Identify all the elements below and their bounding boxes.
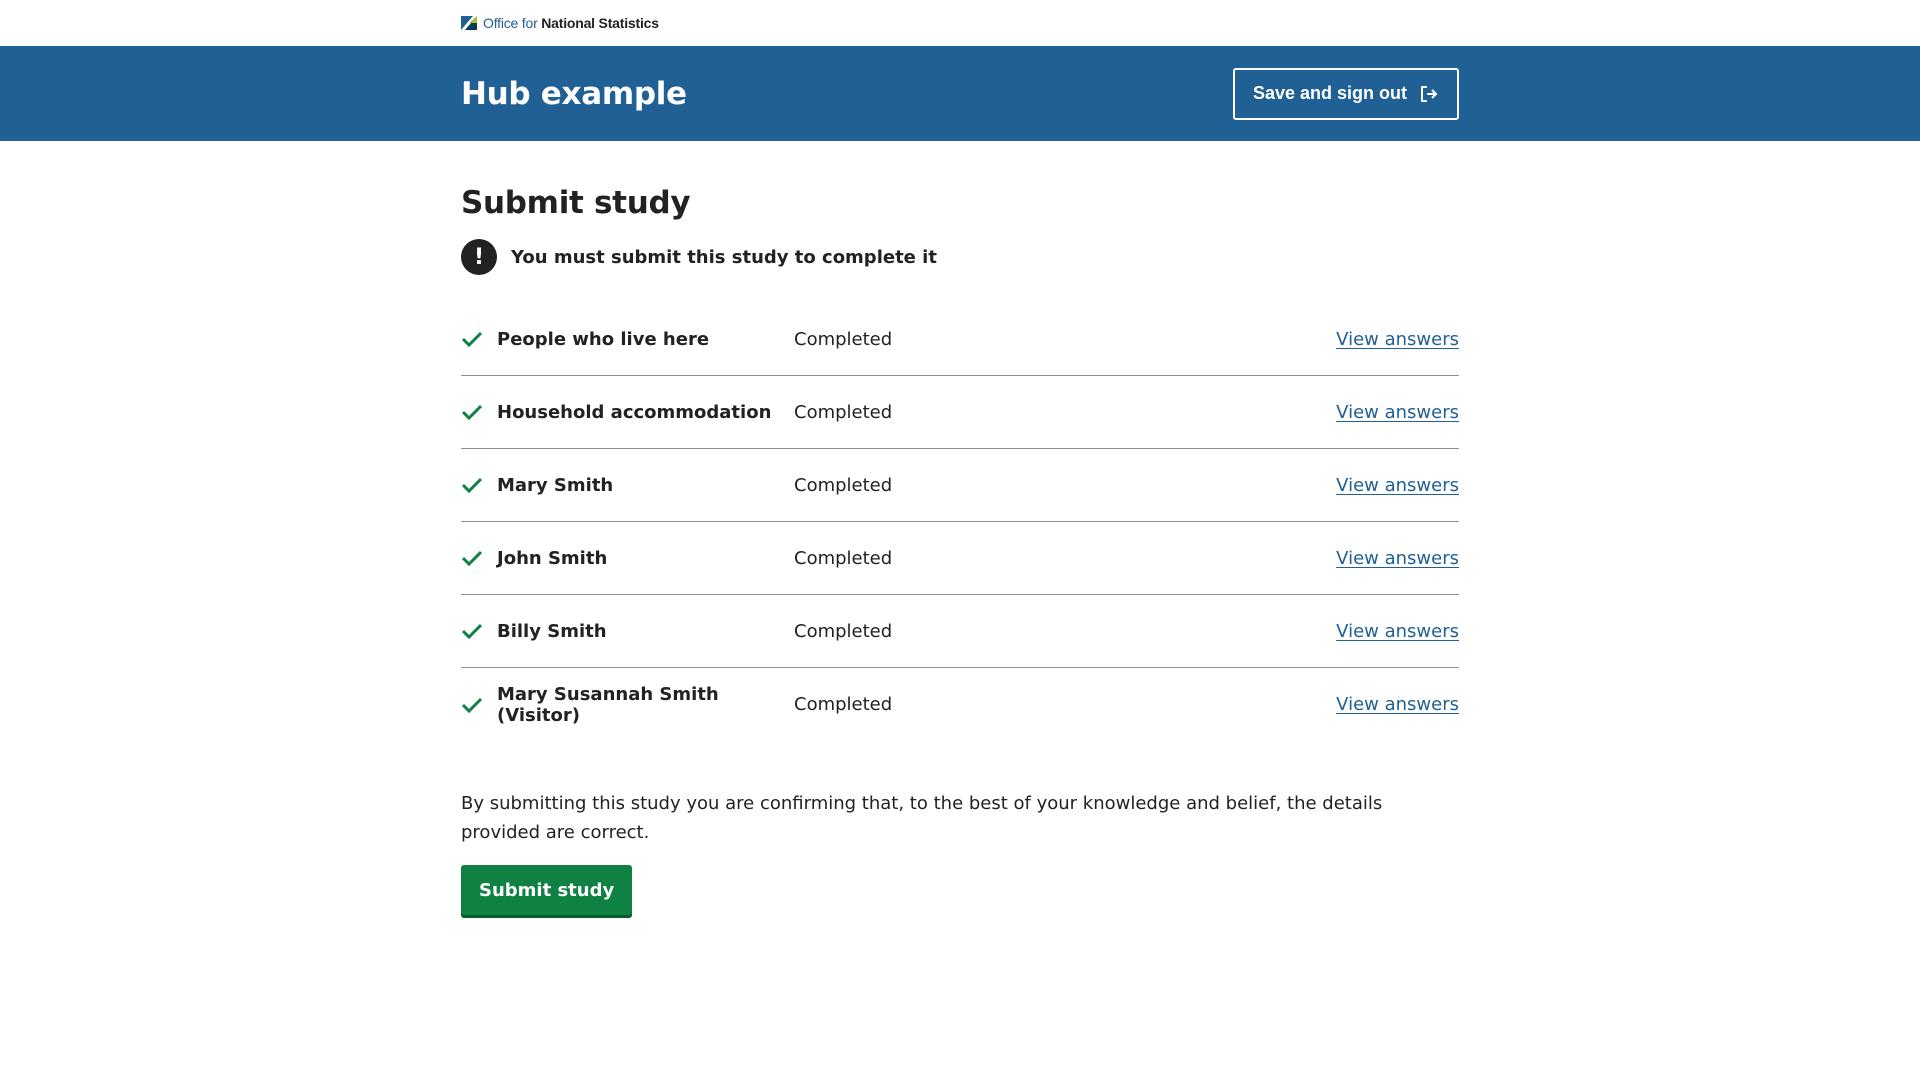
page-title: Submit study xyxy=(461,185,691,221)
section-title: Mary Susannah Smith (Visitor) xyxy=(497,683,719,726)
save-and-sign-out-button[interactable]: Save and sign out xyxy=(1232,67,1459,120)
view-answers-link[interactable]: View answers xyxy=(1336,475,1459,496)
check-icon xyxy=(461,404,483,421)
brand-title: National Statistics xyxy=(541,15,659,31)
submit-study-button[interactable]: Submit study xyxy=(461,865,633,915)
exit-icon xyxy=(1421,85,1438,102)
header: Hub example Save and sign out xyxy=(0,46,1920,141)
section-status: Completed xyxy=(794,401,893,423)
check-icon xyxy=(461,331,483,348)
header-title: Hub example xyxy=(461,75,687,112)
section-title: Billy Smith xyxy=(497,620,607,642)
list-item: People who live here Completed View answ… xyxy=(461,303,1459,376)
section-title: Mary Smith xyxy=(497,474,614,496)
brand-bar: Office for National Statistics xyxy=(0,0,1920,46)
alert: ! You must submit this study to complete… xyxy=(461,239,1459,275)
brand-prefix: Office for xyxy=(483,15,542,31)
list-item: John Smith Completed View answers xyxy=(461,522,1459,595)
list-item: Household accommodation Completed View a… xyxy=(461,376,1459,449)
section-title: People who live here xyxy=(497,328,710,350)
section-title: Household accommodation xyxy=(497,401,772,423)
check-icon xyxy=(461,623,483,640)
alert-text: You must submit this study to complete i… xyxy=(511,246,937,268)
section-status: Completed xyxy=(794,620,893,642)
save-and-sign-out-label: Save and sign out xyxy=(1252,83,1407,103)
brand: Office for National Statistics xyxy=(461,0,1459,46)
exclamation-icon: ! xyxy=(461,239,497,275)
section-status: Completed xyxy=(794,694,893,715)
view-answers-link[interactable]: View answers xyxy=(1336,402,1459,423)
check-icon xyxy=(461,697,483,713)
view-answers-link[interactable]: View answers xyxy=(1336,694,1459,715)
list-item: Mary Susannah Smith (Visitor) Completed … xyxy=(461,668,1459,741)
brand-name[interactable]: Office for National Statistics xyxy=(483,15,659,31)
main-container: Submit study ! You must submit this stud… xyxy=(461,185,1459,915)
section-title: John Smith xyxy=(497,547,608,569)
list-item: Billy Smith Completed View answers xyxy=(461,595,1459,668)
ons-logo-icon xyxy=(461,16,477,30)
section-status: Completed xyxy=(794,547,893,569)
main-content: Submit study ! You must submit this stud… xyxy=(0,141,1920,915)
declaration-text: By submitting this study you are confirm… xyxy=(461,793,1383,843)
list-item: Mary Smith Completed View answers xyxy=(461,449,1459,522)
view-answers-link[interactable]: View answers xyxy=(1336,548,1459,569)
check-icon xyxy=(461,550,483,567)
header-inner: Hub example Save and sign out xyxy=(461,46,1459,141)
section-summary-list: People who live here Completed View answ… xyxy=(461,303,1459,741)
check-icon xyxy=(461,477,483,494)
section-status: Completed xyxy=(794,474,893,496)
view-answers-link[interactable]: View answers xyxy=(1336,621,1459,642)
view-answers-link[interactable]: View answers xyxy=(1336,329,1459,350)
section-status: Completed xyxy=(794,328,893,350)
